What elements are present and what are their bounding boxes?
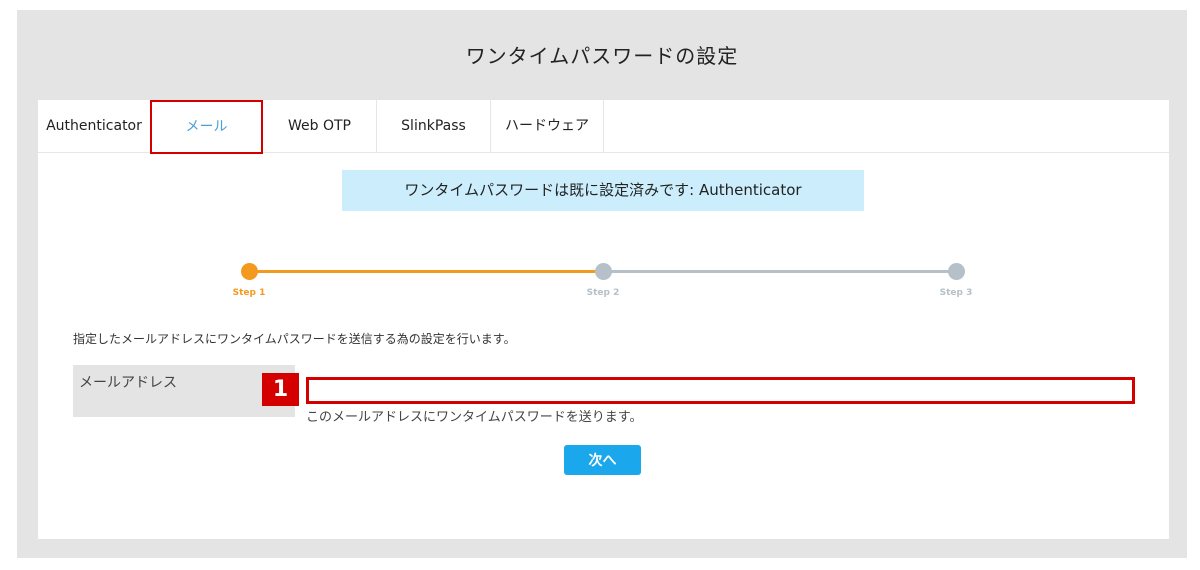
otp-status-notice: ワンタイムパスワードは既に設定済みです: Authenticator [342,170,864,211]
step-2-label: Step 2 [586,288,620,298]
tab-hardware[interactable]: ハードウェア [491,100,604,152]
next-button[interactable]: 次へ [564,445,641,475]
email-helper-text: このメールアドレスにワンタイムパスワードを送ります。 [306,410,643,425]
progress-line-remaining [603,270,957,273]
tab-email[interactable]: メール [150,100,263,154]
email-field[interactable] [306,377,1135,404]
tab-web-otp[interactable]: Web OTP [263,100,377,152]
form-instruction: 指定したメールアドレスにワンタイムパスワードを送信する為の設定を行います。 [73,332,516,346]
step-3-label: Step 3 [939,288,973,298]
step-1-label: Step 1 [232,288,266,298]
annotation-marker: 1 [262,373,299,406]
progress-line-completed [249,270,603,273]
tab-bar: Authenticator メール Web OTP SlinkPass ハードウ… [38,100,1169,154]
step-3-dot [948,263,965,280]
step-progress: Step 1 Step 2 Step 3 [38,255,1169,315]
step-2-dot [595,263,612,280]
step-1-dot [241,263,258,280]
page-title: ワンタイムパスワードの設定 [465,44,739,68]
tab-slinkpass[interactable]: SlinkPass [377,100,491,152]
tab-authenticator[interactable]: Authenticator [38,100,150,152]
settings-card: Authenticator メール Web OTP SlinkPass ハードウ… [38,100,1169,539]
settings-panel: ワンタイムパスワードの設定 Authenticator メール Web OTP … [17,10,1187,558]
